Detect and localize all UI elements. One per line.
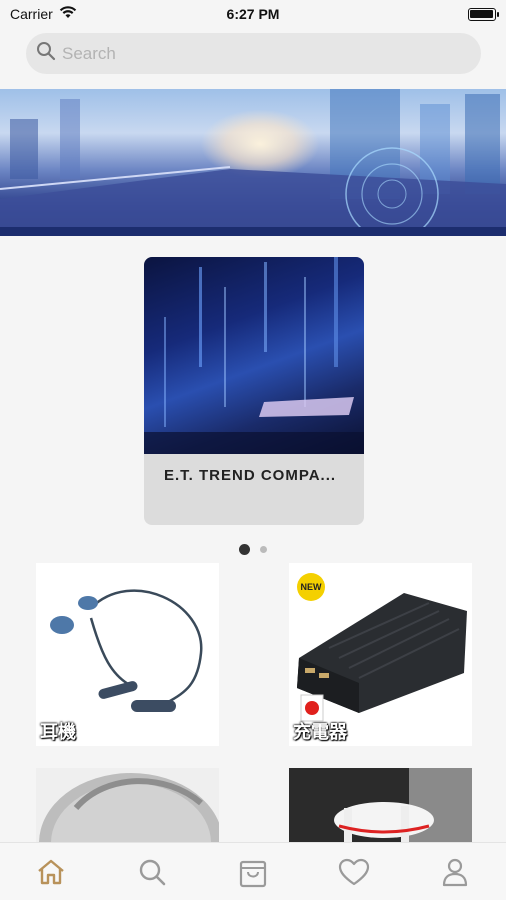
product-tile-camera[interactable]	[289, 768, 472, 842]
search-input[interactable]	[62, 43, 462, 64]
speaker-image	[36, 768, 219, 842]
tab-cart[interactable]	[223, 847, 283, 897]
home-icon	[37, 859, 64, 884]
featured-card[interactable]: E.T. TREND COMPA...	[144, 257, 364, 525]
heart-icon	[339, 858, 370, 885]
hero-road	[0, 147, 506, 236]
featured-image	[144, 257, 364, 454]
bottom-tab-bar	[0, 842, 506, 900]
status-right	[376, 7, 499, 21]
wifi-icon	[59, 6, 77, 22]
product-label: 耳機	[40, 722, 76, 742]
status-time: 6:27 PM	[226, 6, 280, 22]
shopping-bag-icon	[239, 860, 267, 887]
featured-title: E.T. TREND COMPA...	[164, 467, 337, 484]
battery-icon	[467, 7, 499, 21]
tab-search[interactable]	[122, 847, 182, 897]
page-dot[interactable]	[260, 546, 267, 553]
search-bar[interactable]	[26, 33, 481, 74]
tab-home[interactable]	[21, 847, 81, 897]
tab-favorites[interactable]	[324, 847, 384, 897]
hero-banner[interactable]	[0, 89, 506, 236]
carrier-label: Carrier	[10, 6, 53, 22]
search-icon	[139, 859, 166, 885]
product-tile-speaker[interactable]	[36, 768, 219, 842]
product-tile-charger[interactable]: NEW 充電器	[289, 563, 472, 746]
page-dot-active[interactable]	[239, 544, 250, 555]
page-indicator	[0, 544, 506, 555]
status-bar: Carrier 6:27 PM	[0, 0, 506, 28]
tab-profile[interactable]	[425, 847, 485, 897]
search-icon	[36, 41, 56, 66]
camera-image	[289, 768, 472, 842]
new-badge: NEW	[297, 573, 325, 601]
status-left: Carrier	[10, 6, 130, 22]
user-icon	[443, 858, 468, 886]
product-tile-earphones[interactable]: 耳機	[36, 563, 219, 746]
product-label: 充電器	[293, 722, 347, 742]
